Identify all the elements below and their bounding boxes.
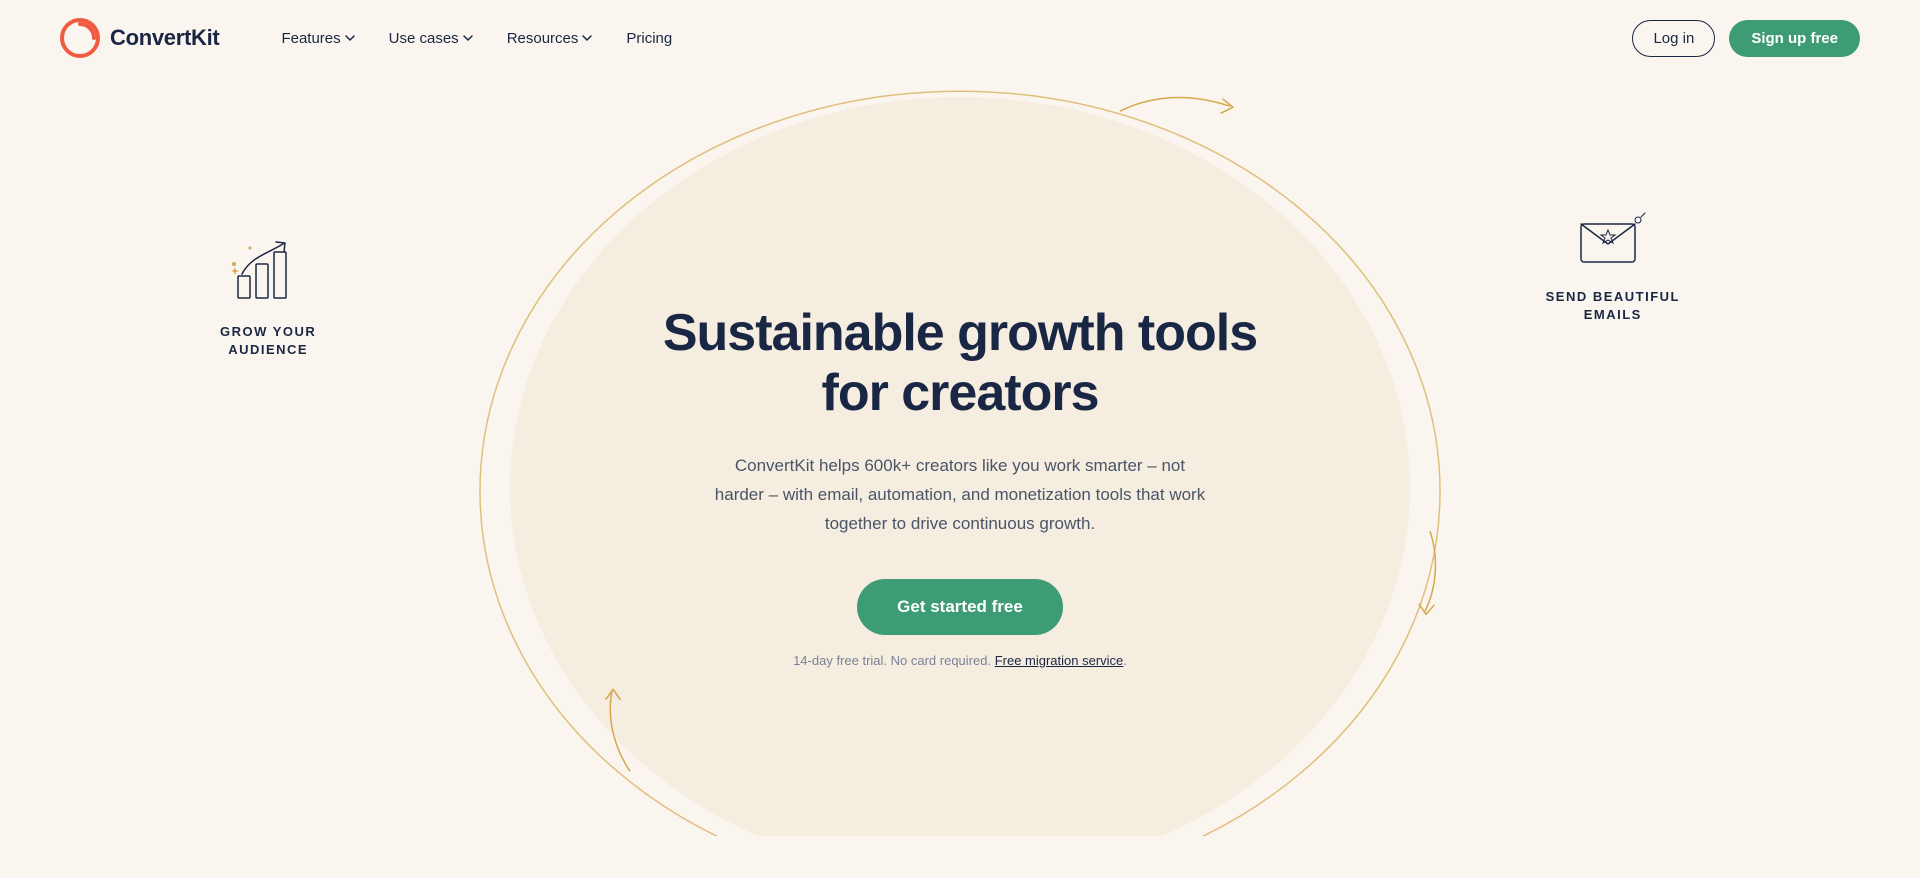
feature-grow-audience: GROW YOURAUDIENCE: [220, 236, 316, 359]
hero-subtitle: ConvertKit helps 600k+ creators like you…: [710, 452, 1210, 539]
chevron-down-icon: [582, 33, 592, 43]
logo-text: ConvertKit: [110, 25, 219, 51]
feature-send-emails: SEND BEAUTIFULEMAILS: [1546, 206, 1680, 324]
cta-button[interactable]: Get started free: [857, 579, 1063, 635]
login-button[interactable]: Log in: [1632, 20, 1715, 57]
hero-content: Sustainable growth tools for creators Co…: [650, 244, 1270, 667]
feature-send-emails-label: SEND BEAUTIFULEMAILS: [1546, 288, 1680, 324]
nav-pricing[interactable]: Pricing: [612, 22, 686, 55]
hero-title: Sustainable growth tools for creators: [650, 304, 1270, 424]
nav-links: Features Use cases Resources Pricing: [267, 22, 1632, 55]
logo[interactable]: ConvertKit: [60, 18, 219, 58]
signup-button[interactable]: Sign up free: [1729, 20, 1860, 57]
send-emails-icon: [1573, 206, 1653, 271]
hero-note: 14-day free trial. No card required. Fre…: [650, 653, 1270, 668]
chevron-down-icon: [345, 33, 355, 43]
nav-actions: Log in Sign up free: [1632, 20, 1860, 57]
hero-section: GROW YOURAUDIENCE SEND BEAUTIFULEMAILS S…: [0, 76, 1920, 836]
nav-features[interactable]: Features: [267, 22, 368, 55]
feature-grow-audience-label: GROW YOURAUDIENCE: [220, 323, 316, 359]
grow-audience-icon: [228, 236, 308, 306]
migration-link[interactable]: Free migration service: [995, 653, 1124, 668]
nav-use-cases[interactable]: Use cases: [375, 22, 487, 55]
chevron-down-icon: [463, 33, 473, 43]
nav-resources[interactable]: Resources: [493, 22, 607, 55]
navbar: ConvertKit Features Use cases Resources …: [0, 0, 1920, 76]
